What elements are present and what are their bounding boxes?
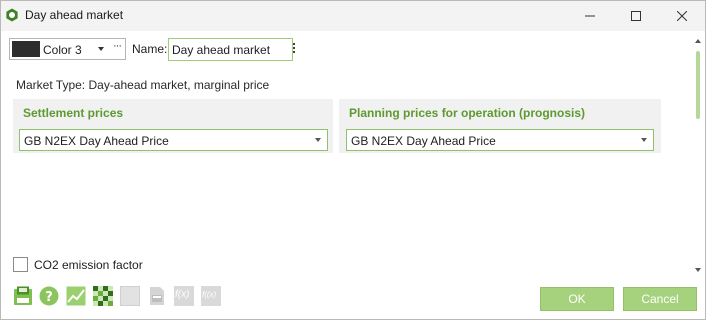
document-icon[interactable] bbox=[147, 286, 167, 306]
settlement-price-select[interactable]: GB N2EX Day Ahead Price bbox=[19, 129, 328, 151]
window-title: Day ahead market bbox=[25, 8, 124, 22]
color-more-button[interactable]: ··· bbox=[113, 40, 122, 52]
chevron-down-icon bbox=[641, 138, 647, 142]
close-icon bbox=[677, 11, 687, 21]
minimize-icon bbox=[585, 15, 595, 17]
blank-icon[interactable] bbox=[120, 286, 140, 306]
minimize-button[interactable] bbox=[567, 1, 613, 31]
scroll-up-arrow[interactable] bbox=[695, 39, 701, 43]
fx-icon[interactable]: f(x) bbox=[174, 286, 194, 306]
name-label: Name: bbox=[132, 42, 168, 56]
chevron-down-icon bbox=[98, 47, 104, 51]
settlement-price-value: GB N2EX Day Ahead Price bbox=[24, 134, 169, 148]
chevron-down-icon bbox=[315, 138, 321, 142]
maximize-icon bbox=[631, 11, 641, 21]
scrollbar-thumb[interactable] bbox=[696, 51, 700, 119]
fx-paren-icon[interactable]: f((x) bbox=[201, 286, 221, 306]
co2-emission-checkbox[interactable] bbox=[13, 257, 28, 272]
planning-price-select[interactable]: GB N2EX Day Ahead Price bbox=[346, 129, 654, 151]
settlement-prices-title: Settlement prices bbox=[23, 106, 124, 120]
close-button[interactable] bbox=[659, 1, 705, 31]
color-picker-dropdown[interactable]: Color 3 ··· bbox=[9, 38, 126, 60]
planning-price-value: GB N2EX Day Ahead Price bbox=[351, 134, 496, 148]
color-label: Color 3 bbox=[43, 43, 82, 57]
grid-icon[interactable] bbox=[93, 286, 113, 306]
save-icon[interactable] bbox=[13, 286, 33, 306]
dialog-window: Day ahead market Color 3 ··· Name: Marke… bbox=[0, 0, 706, 320]
name-options-icon[interactable] bbox=[293, 43, 296, 55]
fx-label: f(x) bbox=[175, 289, 190, 300]
ok-button[interactable]: OK bbox=[540, 287, 614, 311]
maximize-button[interactable] bbox=[613, 1, 659, 31]
market-type-text: Market Type: Day-ahead market, marginal … bbox=[16, 78, 270, 92]
cancel-button[interactable]: Cancel bbox=[623, 287, 697, 311]
co2-emission-label: CO2 emission factor bbox=[34, 258, 143, 272]
app-logo-icon bbox=[6, 8, 18, 22]
settlement-prices-panel: Settlement prices GB N2EX Day Ahead Pric… bbox=[13, 99, 333, 153]
color-swatch bbox=[12, 41, 40, 57]
name-field[interactable] bbox=[168, 38, 293, 61]
chart-icon[interactable] bbox=[66, 286, 86, 306]
title-bar: Day ahead market bbox=[1, 1, 705, 31]
planning-prices-title: Planning prices for operation (prognosis… bbox=[349, 106, 586, 120]
planning-prices-panel: Planning prices for operation (prognosis… bbox=[339, 99, 661, 153]
fx-paren-label: f((x) bbox=[202, 290, 217, 299]
svg-text:?: ? bbox=[45, 290, 53, 305]
help-icon[interactable]: ? bbox=[39, 286, 59, 306]
scroll-down-arrow[interactable] bbox=[695, 268, 701, 272]
